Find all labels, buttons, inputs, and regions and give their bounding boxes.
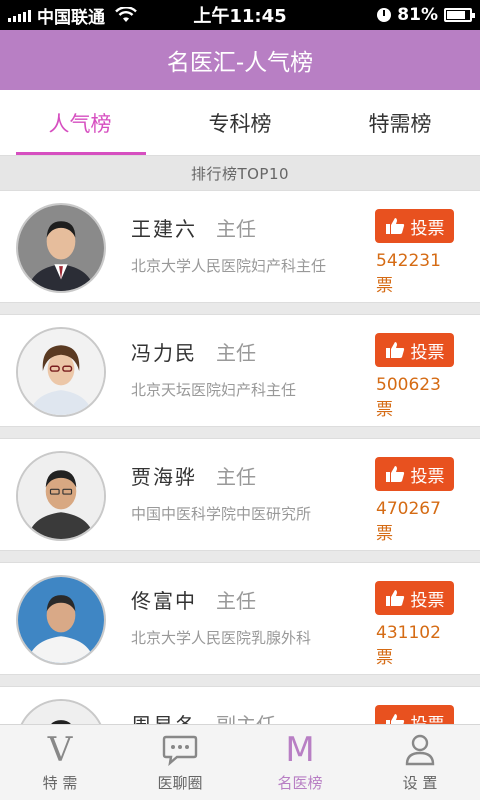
nav-settings[interactable]: 设 置: [360, 725, 480, 800]
doctor-hospital: 北京天坛医院妇产科主任: [131, 381, 297, 399]
vote-button-label: 投票: [410, 590, 445, 611]
user-icon: [405, 734, 435, 766]
vote-count: 431102票: [376, 623, 441, 668]
doctor-title: 主任: [216, 341, 256, 365]
doctor-avatar: [16, 699, 106, 724]
tab-special-needs[interactable]: 特需榜: [320, 90, 480, 155]
battery-icon: [444, 8, 475, 22]
vote-button-label: 投票: [410, 342, 445, 363]
vote-button-label: 投票: [411, 710, 445, 725]
nav-label: 特 需: [42, 774, 78, 792]
doctor-hospital: 中国中医科学院中医研究所: [131, 505, 312, 523]
vote-button-label: 投票: [410, 466, 445, 487]
nav-doctor-chat[interactable]: 医聊圈: [120, 725, 240, 800]
doctor-list-item[interactable]: 周易冬 副主任 投票: [0, 686, 480, 724]
doctor-name: 王建六: [131, 217, 197, 241]
doctor-avatar: [16, 203, 106, 293]
battery-percent: 81%: [397, 5, 438, 25]
vote-button[interactable]: 投票: [375, 705, 454, 724]
nav-label: 设 置: [402, 774, 438, 792]
doctor-name: 佟富中: [131, 589, 197, 613]
m-icon: M: [285, 730, 315, 770]
doctor-avatar: [16, 451, 106, 541]
doctor-ranking-list[interactable]: 王建六 主任 北京大学人民医院妇产科主任 投票 542231票 冯力民 主任 北: [0, 190, 480, 724]
signal-strength-icon: [8, 8, 31, 22]
doctor-name: 贾海骅: [131, 465, 197, 489]
thumbs-up-icon: [385, 218, 404, 234]
doctor-name: 冯力民: [131, 341, 197, 365]
vote-button[interactable]: 投票: [375, 581, 454, 615]
vote-button[interactable]: 投票: [375, 209, 454, 243]
doctor-hospital: 北京大学人民医院乳腺外科: [131, 629, 312, 647]
thumbs-up-icon: [385, 342, 404, 358]
doctor-list-item[interactable]: 王建六 主任 北京大学人民医院妇产科主任 投票 542231票: [0, 190, 480, 303]
doctor-title: 主任: [216, 465, 256, 489]
tab-bar: 人气榜 专科榜 特需榜: [0, 90, 480, 156]
wifi-icon: [115, 7, 137, 22]
carrier-name: 中国联通: [37, 7, 105, 28]
doctor-avatar: [16, 575, 106, 665]
tab-specialty[interactable]: 专科榜: [160, 90, 320, 155]
vote-button[interactable]: 投票: [375, 457, 454, 491]
thumbs-up-icon: [385, 714, 404, 724]
chat-bubble-icon: [162, 735, 198, 766]
nav-famous-doctors[interactable]: M 名医榜: [240, 725, 360, 800]
alarm-clock-icon: [377, 8, 392, 22]
doctor-title: 主任: [216, 589, 256, 613]
page-title: 名医汇-人气榜: [166, 50, 314, 76]
thumbs-up-icon: [385, 590, 404, 606]
doctor-list-item[interactable]: 佟富中 主任 北京大学人民医院乳腺外科 投票 431102票: [0, 562, 480, 675]
app-header: 名医汇-人气榜: [0, 30, 480, 90]
doctor-list-item[interactable]: 贾海骅 主任 中国中医科学院中医研究所 投票 470267票: [0, 438, 480, 551]
vote-button-label: 投票: [410, 218, 445, 239]
v-icon: V: [47, 730, 73, 770]
nav-special-needs[interactable]: V 特 需: [0, 725, 120, 800]
doctor-title: 副主任: [216, 709, 276, 724]
vote-count: 542231票: [376, 251, 441, 296]
doctor-title: 主任: [216, 217, 256, 241]
vote-button[interactable]: 投票: [375, 333, 454, 367]
doctor-hospital: 北京大学人民医院妇产科主任: [131, 257, 327, 275]
doctor-name: 周易冬: [131, 709, 197, 724]
doctor-avatar: [16, 327, 106, 417]
thumbs-up-icon: [385, 466, 404, 482]
ranking-section-label: 排行榜TOP10: [0, 156, 480, 190]
nav-label: 名医榜: [277, 774, 323, 792]
vote-count: 500623票: [376, 375, 441, 420]
vote-count: 470267票: [376, 499, 441, 544]
tab-popularity[interactable]: 人气榜: [0, 90, 160, 155]
nav-label: 医聊圈: [157, 774, 203, 792]
bottom-nav: V 特 需 医聊圈 M 名医榜 设 置: [0, 724, 480, 800]
status-bar: 中国联通 上午11:45 81%: [0, 0, 480, 30]
doctor-list-item[interactable]: 冯力民 主任 北京天坛医院妇产科主任 投票 500623票: [0, 314, 480, 427]
